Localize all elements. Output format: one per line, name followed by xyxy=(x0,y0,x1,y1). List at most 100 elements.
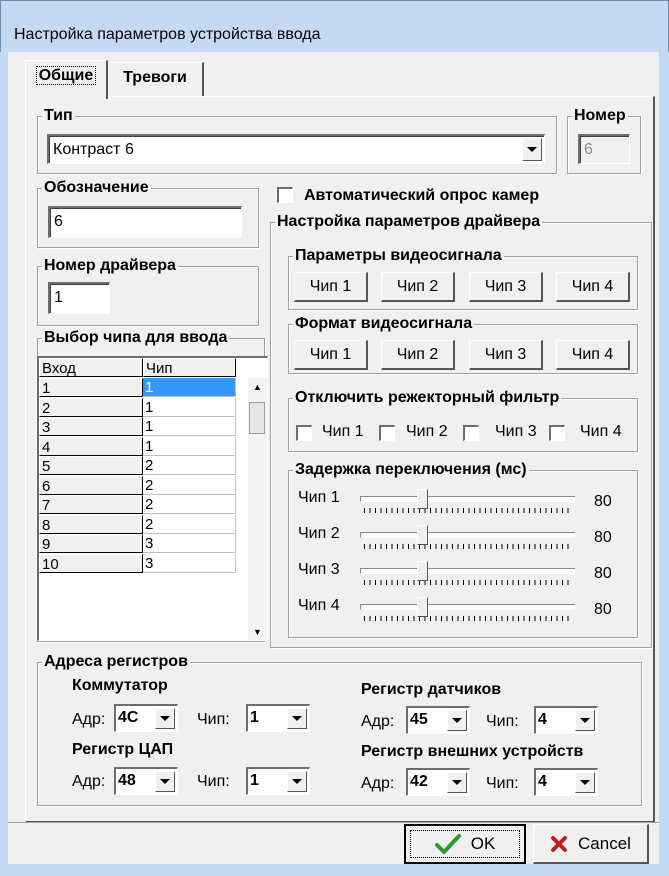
video-format-chip4-button[interactable]: Чип 4 xyxy=(556,340,630,370)
table-row[interactable]: 21 xyxy=(39,397,239,418)
switch-chip-value: 1 xyxy=(250,709,259,726)
table-row[interactable]: 62 xyxy=(39,475,239,496)
switch-addr-dropdown[interactable] xyxy=(155,708,175,729)
video-format-chip2-button[interactable]: Чип 2 xyxy=(381,340,455,370)
cancel-button-label: Cancel xyxy=(578,833,631,853)
grid-chip-cell[interactable]: 1 xyxy=(143,378,236,397)
grid-chip-cell[interactable]: 2 xyxy=(143,456,236,475)
ext-chip-dropdown[interactable] xyxy=(575,772,595,793)
type-dropdown-button[interactable] xyxy=(522,138,542,161)
delay-value: 80 xyxy=(594,529,612,546)
notch-chip2-checkbox[interactable] xyxy=(379,425,395,441)
notch-filter-title: Отключить режекторный фильтр xyxy=(293,388,562,408)
grid-chip-cell[interactable]: 3 xyxy=(143,553,236,573)
registers-title: Адреса регистров xyxy=(42,652,190,672)
designation-group-title: Обозначение xyxy=(42,178,151,198)
designation-field[interactable]: 6 xyxy=(48,206,242,238)
grid-chip-cell[interactable]: 3 xyxy=(143,534,236,553)
table-row[interactable]: 93 xyxy=(39,534,239,554)
video-format-chip3-button[interactable]: Чип 3 xyxy=(469,340,543,370)
delay-value: 80 xyxy=(594,565,612,582)
switch-chip-combobox[interactable]: 1 xyxy=(246,704,310,732)
ok-button[interactable]: OK xyxy=(404,824,526,864)
scroll-down-icon[interactable]: ▼ xyxy=(248,623,267,640)
sensor-chip-combobox[interactable]: 4 xyxy=(534,706,598,734)
tab-general[interactable]: Общие xyxy=(25,60,108,99)
chevron-down-icon xyxy=(292,716,302,721)
dac-addr-combobox[interactable]: 48 xyxy=(114,767,178,795)
auto-poll-checkbox[interactable] xyxy=(277,187,293,203)
delay-slider-track[interactable] xyxy=(360,496,575,502)
tab-alarms-label: Тревоги xyxy=(123,69,187,86)
ext-chip-label: Чип: xyxy=(486,775,519,792)
table-row[interactable]: 41 xyxy=(39,436,239,457)
grid-chip-cell[interactable]: 2 xyxy=(143,514,236,534)
driver-settings-title: Настройка параметров драйвера xyxy=(275,212,543,232)
grid-scrollbar[interactable]: ▲ ▼ xyxy=(248,378,267,640)
video-format-chip1-button[interactable]: Чип 1 xyxy=(294,340,368,370)
switch-chip-dropdown[interactable] xyxy=(287,708,307,729)
sensor-addr-combobox[interactable]: 45 xyxy=(406,706,470,734)
notch-chip1-checkbox[interactable] xyxy=(296,425,312,441)
sensor-addr-label: Адр: xyxy=(361,713,395,730)
type-combobox[interactable]: Контраст 6 xyxy=(47,134,545,164)
sensor-chip-label: Чип: xyxy=(486,713,519,730)
table-row[interactable]: 31 xyxy=(39,417,239,437)
table-row[interactable]: 10 3 xyxy=(39,553,239,574)
driver-number-group-title: Номер драйвера xyxy=(42,256,178,276)
dac-chip-dropdown[interactable] xyxy=(287,771,307,792)
driver-number-field[interactable]: 1 xyxy=(48,282,110,314)
sensor-register-title: Регистр датчиков xyxy=(361,681,502,698)
video-params-chip4-button[interactable]: Чип 4 xyxy=(556,272,630,302)
dac-chip-combobox[interactable]: 1 xyxy=(246,767,310,795)
scroll-up-icon[interactable]: ▲ xyxy=(248,378,267,395)
notch-chip4-label: Чип 4 xyxy=(580,423,622,440)
delay-slider-track[interactable] xyxy=(360,568,575,574)
switch-delay-title: Задержка переключения (мс) xyxy=(293,460,529,480)
grid-chip-cell[interactable]: 2 xyxy=(143,495,236,514)
grid-input-cell: 4 xyxy=(39,436,143,456)
grid-chip-cell[interactable]: 1 xyxy=(143,417,236,436)
tab-alarms[interactable]: Тревоги xyxy=(107,62,204,97)
table-row[interactable]: 52 xyxy=(39,456,239,476)
delay-slider-thumb[interactable] xyxy=(417,597,429,617)
notch-chip3-checkbox[interactable] xyxy=(463,425,479,441)
grid-chip-cell[interactable]: 1 xyxy=(143,397,236,417)
grid-chip-cell[interactable]: 1 xyxy=(143,436,236,456)
delay-slider-track[interactable] xyxy=(360,604,575,610)
table-row[interactable]: 72 xyxy=(39,495,239,515)
ext-register-title: Регистр внешних устройств xyxy=(361,743,584,760)
delay-slider-ticks xyxy=(364,580,572,585)
video-params-chip3-button[interactable]: Чип 3 xyxy=(469,272,543,302)
number-group-title: Номер xyxy=(572,106,628,126)
grid-input-cell: 6 xyxy=(39,475,143,495)
grid-scroll-thumb[interactable] xyxy=(249,402,265,434)
switch-addr-combobox[interactable]: 4C xyxy=(114,704,178,732)
chevron-down-icon xyxy=(452,780,462,785)
dac-addr-dropdown[interactable] xyxy=(155,771,175,792)
chip-select-grid[interactable]: Вход Чип 1 1 2 1 3 1 4 1 5 2 6 2 7 2 8 2 9 3 10 3 ▲ ▼ xyxy=(37,356,268,641)
delay-slider-thumb[interactable] xyxy=(417,525,429,545)
chevron-down-icon xyxy=(527,147,537,152)
grid-input-cell: 3 xyxy=(39,417,143,436)
table-row[interactable]: 11 xyxy=(39,378,239,398)
grid-input-cell: 8 xyxy=(39,514,143,534)
ext-addr-combobox[interactable]: 42 xyxy=(406,768,470,796)
delay-slider-thumb[interactable] xyxy=(417,561,429,581)
ext-addr-dropdown[interactable] xyxy=(447,772,467,793)
dac-register-title: Регистр ЦАП xyxy=(72,741,174,758)
cancel-button[interactable]: Cancel xyxy=(533,824,649,864)
notch-chip4-checkbox[interactable] xyxy=(549,425,565,441)
sensor-chip-dropdown[interactable] xyxy=(575,710,595,731)
delay-slider-thumb[interactable] xyxy=(417,489,429,509)
ext-addr-value: 42 xyxy=(410,773,428,790)
delay-slider-track[interactable] xyxy=(360,532,575,538)
video-params-chip1-button[interactable]: Чип 1 xyxy=(294,272,368,302)
sensor-addr-dropdown[interactable] xyxy=(447,710,467,731)
switch-chip-label: Чип: xyxy=(197,711,230,728)
sensor-chip-value: 4 xyxy=(538,711,547,728)
grid-chip-cell[interactable]: 2 xyxy=(143,475,236,495)
ext-chip-combobox[interactable]: 4 xyxy=(534,768,598,796)
video-params-chip2-button[interactable]: Чип 2 xyxy=(381,272,455,302)
table-row[interactable]: 82 xyxy=(39,514,239,535)
